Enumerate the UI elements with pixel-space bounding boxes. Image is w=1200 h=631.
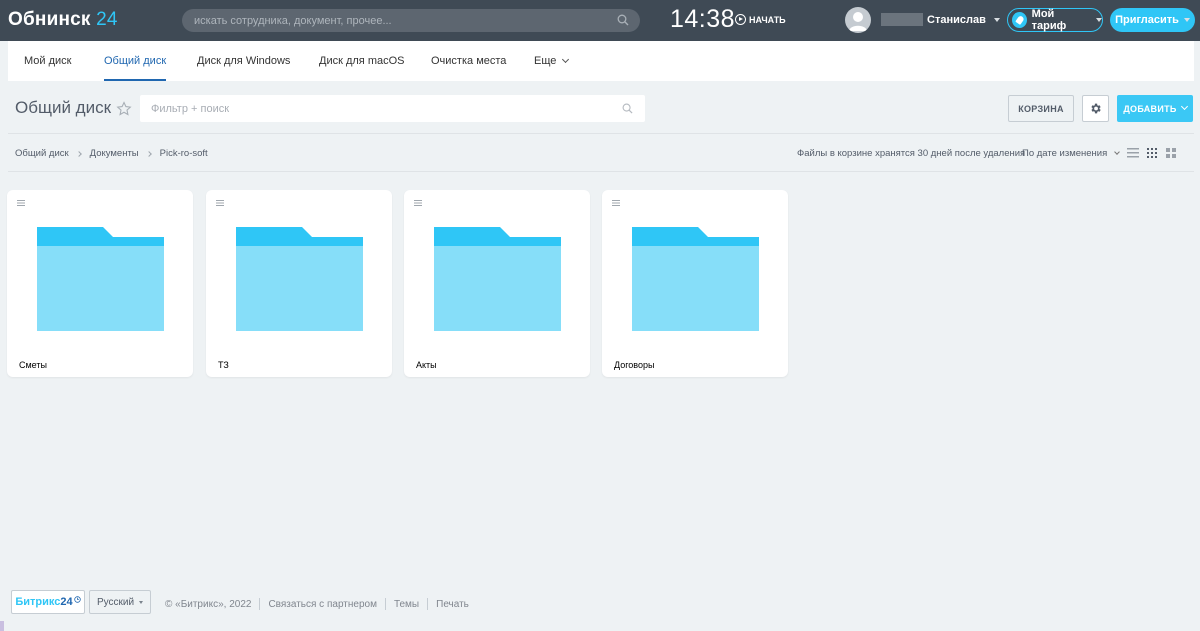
- divider: [8, 133, 1194, 134]
- language-label: Русский: [96, 596, 135, 608]
- folder-name: Акты: [416, 360, 437, 370]
- portal-logo[interactable]: Обнинск 24: [8, 9, 118, 31]
- trash-retention-note: Файлы в корзине хранятся 30 дней после у…: [797, 148, 1026, 159]
- user-silhouette-icon: [849, 12, 867, 31]
- breadcrumb-item-current[interactable]: Pick-ro-soft: [160, 148, 208, 159]
- tab-more[interactable]: Еще: [534, 41, 570, 81]
- invite-button[interactable]: Пригласить: [1110, 8, 1195, 32]
- settings-button[interactable]: [1082, 95, 1109, 122]
- trash-button[interactable]: КОРЗИНА: [1008, 95, 1074, 122]
- clock-time: 14:38: [670, 5, 736, 33]
- large-tiles-view-icon[interactable]: [1166, 148, 1176, 158]
- folder-card[interactable]: Договоры: [602, 190, 788, 377]
- star-icon[interactable]: [116, 101, 132, 117]
- folder-card[interactable]: ТЗ: [206, 190, 392, 377]
- menu-icon[interactable]: [17, 200, 25, 206]
- my-tariff-button[interactable]: Мой тариф: [1007, 8, 1103, 32]
- tab-windows-disk[interactable]: Диск для Windows: [197, 41, 290, 81]
- clock-icon: [73, 595, 81, 603]
- folder-name: Сметы: [19, 360, 47, 370]
- caret-down-icon: [993, 17, 1000, 22]
- folder-icon: [434, 227, 561, 331]
- rocket-icon: [1012, 12, 1027, 28]
- tab-my-disk[interactable]: Мой диск: [24, 41, 71, 81]
- play-icon: [735, 14, 746, 25]
- tab-macos-disk[interactable]: Диск для macOS: [319, 41, 405, 81]
- divider: [259, 598, 261, 610]
- tab-shared-disk[interactable]: Общий диск: [104, 41, 167, 81]
- avatar[interactable]: [845, 7, 871, 33]
- filter-search[interactable]: [140, 95, 645, 122]
- caret-down-icon: [1183, 18, 1190, 22]
- folder-icon: [632, 227, 759, 331]
- chevron-down-icon: [1180, 102, 1188, 111]
- folder-icon: [236, 227, 363, 331]
- gear-icon: [1091, 103, 1101, 114]
- global-search-input[interactable]: [194, 9, 614, 32]
- menu-icon[interactable]: [414, 200, 422, 206]
- themes-link[interactable]: Темы: [394, 599, 419, 610]
- footer-logo-text: Битрикс: [15, 596, 61, 608]
- page-title: Общий диск: [15, 98, 112, 117]
- copyright-text: © «Битрикс», 2022: [165, 598, 252, 610]
- start-label: НАЧАТЬ: [749, 14, 786, 25]
- corner-marker: [0, 621, 4, 631]
- invite-label: Пригласить: [1115, 14, 1179, 26]
- user-name: Станислав: [927, 13, 986, 26]
- chevron-down-icon: [1114, 148, 1121, 155]
- redacted-surname: [881, 13, 923, 26]
- grid-view-icon[interactable]: [1147, 148, 1157, 158]
- sort-label: По дате изменения: [1022, 148, 1108, 159]
- filter-search-input[interactable]: [151, 95, 611, 122]
- language-select[interactable]: Русский: [89, 590, 151, 614]
- caret-down-icon: [1096, 18, 1102, 22]
- add-label: ДОБАВИТЬ: [1123, 103, 1177, 114]
- logo-number: 24: [96, 9, 118, 30]
- folder-icon: [37, 227, 164, 331]
- divider: [427, 598, 429, 610]
- sort-dropdown[interactable]: По дате изменения: [1022, 148, 1121, 159]
- divider: [8, 171, 1194, 172]
- footer-logo-number: 24: [60, 596, 73, 608]
- tab-cleanup[interactable]: Очистка места: [431, 41, 506, 81]
- tariff-label: Мой тариф: [1031, 8, 1067, 32]
- logo-text: Обнинск: [8, 9, 91, 30]
- folder-name: Договоры: [614, 360, 655, 370]
- start-workday-button[interactable]: НАЧАТЬ: [735, 14, 786, 25]
- search-icon[interactable]: [622, 103, 633, 114]
- global-search[interactable]: [182, 9, 640, 32]
- breadcrumb-item[interactable]: Общий диск: [15, 148, 69, 159]
- chevron-right-icon: [75, 150, 82, 157]
- chevron-right-icon: [145, 150, 152, 157]
- top-header: Обнинск 24 14:38 НАЧАТЬ Станислав Мой та…: [0, 0, 1200, 41]
- menu-icon[interactable]: [612, 200, 620, 206]
- divider: [384, 598, 386, 610]
- footer-links: © «Битрикс», 2022 Связаться с партнером …: [165, 598, 469, 610]
- folder-card[interactable]: Сметы: [7, 190, 193, 377]
- breadcrumb-item[interactable]: Документы: [90, 148, 139, 159]
- menu-icon[interactable]: [216, 200, 224, 206]
- disk-tabs: Мой диск Общий диск Диск для Windows Дис…: [8, 41, 1194, 81]
- breadcrumb: Общий диск Документы Pick-ro-soft: [15, 148, 208, 159]
- folder-name: ТЗ: [218, 360, 229, 370]
- chevron-down-icon: [562, 55, 570, 64]
- add-button[interactable]: ДОБАВИТЬ: [1117, 95, 1193, 122]
- folder-card[interactable]: Акты: [404, 190, 590, 377]
- search-icon[interactable]: [617, 14, 629, 26]
- user-menu[interactable]: Станислав: [881, 13, 1000, 26]
- tab-more-label: Еще: [534, 55, 557, 67]
- contact-partner-link[interactable]: Связаться с партнером: [268, 599, 377, 610]
- bitrix24-logo[interactable]: Битрикс 24: [11, 590, 85, 614]
- caret-down-icon: [139, 600, 144, 604]
- list-view-icon[interactable]: [1127, 148, 1139, 158]
- print-link[interactable]: Печать: [436, 599, 469, 610]
